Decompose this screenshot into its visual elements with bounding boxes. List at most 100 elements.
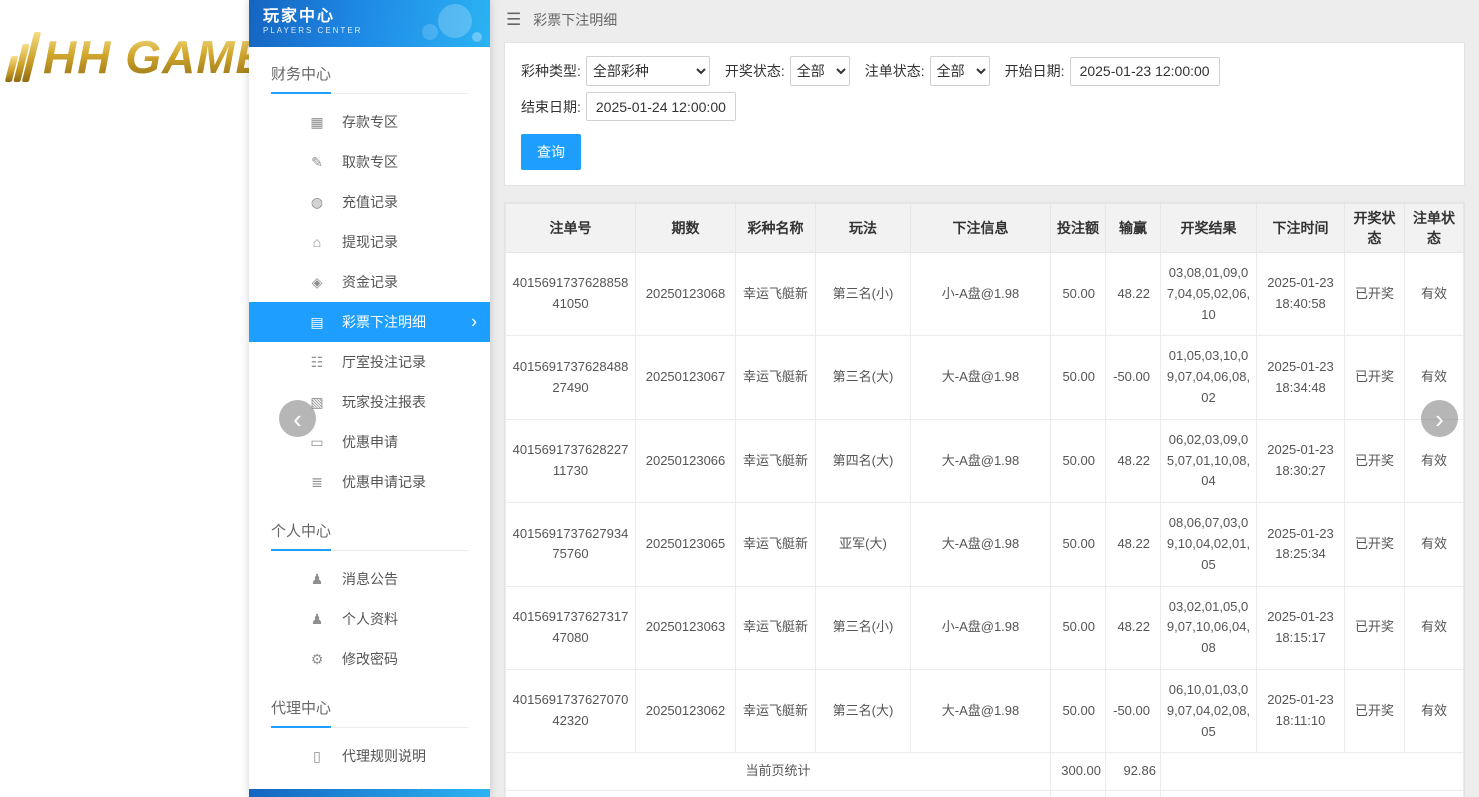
cell-amount: 50.00 [1051,669,1106,752]
cell-bet-id: 401569173762822711730 [506,419,636,502]
order-status-select[interactable]: 全部 [930,56,990,86]
bet-table-card: 注单号 期数 彩种名称 玩法 下注信息 投注额 输赢 开奖结果 下注时间 开奖状… [504,202,1465,797]
cell-play: 第四名(大) [816,419,911,502]
cell-bet-info: 大-A盘@1.98 [911,503,1051,586]
cell-draw-status: 已开奖 [1345,253,1405,336]
promo-records-icon: ≣ [307,474,327,491]
order-status-label: 注单状态: [865,61,925,81]
topbar: ☰ 彩票下注明细 [490,0,1479,40]
lottery-type-select[interactable]: 全部彩种 [586,56,710,86]
sidebar: 玩家中心 PLAYERS CENTER 财务中心 ▦ 存款专区 ✎ 取款专区 [249,0,490,797]
sidebar-item-withdrawal-records[interactable]: ⌂ 提现记录 [249,222,490,262]
sidebar-item-agent-team-stats[interactable]: ▥ 代理团队统计 [249,776,490,789]
cell-result: 06,10,01,03,09,07,04,02,08,05 [1161,669,1257,752]
cell-amount: 50.00 [1051,503,1106,586]
filter-lottery-type: 彩种类型: 全部彩种 [521,56,710,86]
cell-lottery-name: 幸运飞艇新 [736,336,816,419]
menu-group-agent: ▯ 代理规则说明 ▥ 代理团队统计 [249,728,490,789]
col-header-order-status: 注单状态 [1405,204,1464,253]
cell-bet-info: 小-A盘@1.98 [911,253,1051,336]
cell-bet-id: 401569173762885841050 [506,253,636,336]
cell-lottery-name: 幸运飞艇新 [736,253,816,336]
end-date-input[interactable] [586,92,736,121]
section-title-agent: 代理中心 [271,697,468,728]
filter-row: 彩种类型: 全部彩种 开奖状态: 全部 注单状态: 全部 [521,56,1448,121]
withdrawal-record-icon: ⌂ [307,234,327,250]
sidebar-item-label: 提现记录 [342,232,398,252]
section-title-text: 财务中心 [271,63,331,94]
cell-bet-time: 2025-01-23 18:40:58 [1257,253,1345,336]
stats-icon: ▥ [307,788,327,790]
total-summary-row: 总统计 300.00 92.86 [506,791,1464,797]
withdraw-icon: ✎ [307,154,327,171]
sidebar-item-promo-application-records[interactable]: ≣ 优惠申请记录 [249,462,490,502]
cell-winloss: -50.00 [1106,336,1161,419]
cell-winloss: 48.22 [1106,586,1161,669]
page-summary-winloss: 92.86 [1106,753,1161,791]
promo-icon: ▭ [307,434,327,451]
cell-bet-time: 2025-01-23 18:30:27 [1257,419,1345,502]
sidebar-item-messages[interactable]: ♟ 消息公告 [249,559,490,599]
bet-table: 注单号 期数 彩种名称 玩法 下注信息 投注额 输赢 开奖结果 下注时间 开奖状… [505,203,1464,797]
hamburger-menu-icon[interactable]: ☰ [506,10,521,30]
sidebar-item-lottery-bet-details[interactable]: ▤ 彩票下注明细 › [249,302,490,342]
sidebar-item-label: 彩票下注明细 [342,312,426,332]
page-root: HH GAME 玩家中心 PLAYERS CENTER 财务中心 ▦ 存款专区 … [0,0,1479,797]
cell-bet-info: 大-A盘@1.98 [911,669,1051,752]
table-row: 401569173762793475760 20250123065 幸运飞艇新 … [506,503,1464,586]
page-summary-empty [1161,753,1464,791]
cell-lottery-name: 幸运飞艇新 [736,503,816,586]
sidebar-footer-bar [249,789,490,797]
section-title-text: 代理中心 [271,697,331,728]
filter-panel: 彩种类型: 全部彩种 开奖状态: 全部 注单状态: 全部 [504,42,1465,186]
sidebar-item-label: 代理团队统计 [342,786,426,789]
menu-group-finance: ▦ 存款专区 ✎ 取款专区 ◍ 充值记录 ⌂ 提现记录 ◈ 资金记录 [249,94,490,504]
carousel-right-arrow-icon[interactable]: › [1421,400,1458,437]
sidebar-item-label: 充值记录 [342,192,398,212]
decor-circle-icon [438,4,472,38]
sidebar-item-hall-bet-records[interactable]: ☷ 厅室投注记录 [249,342,490,382]
sidebar-item-profile[interactable]: ♟ 个人资料 [249,599,490,639]
profile-icon: ♟ [307,611,327,628]
draw-status-select[interactable]: 全部 [790,56,850,86]
brand-logo-icon [8,32,35,82]
search-button[interactable]: 查询 [521,134,581,170]
cell-play: 亚军(大) [816,503,911,586]
sidebar-item-label: 玩家投注报表 [342,392,426,412]
cell-result: 06,02,03,09,05,07,01,10,08,04 [1161,419,1257,502]
table-row: 401569173762822711730 20250123066 幸运飞艇新 … [506,419,1464,502]
col-header-lottery-name: 彩种名称 [736,204,816,253]
cell-bet-time: 2025-01-23 18:11:10 [1257,669,1345,752]
total-summary-winloss: 92.86 [1106,791,1161,797]
page-title: 彩票下注明细 [533,10,617,30]
brand-logo: HH GAME [0,0,249,92]
cell-order-status: 有效 [1405,253,1464,336]
total-summary-amount: 300.00 [1051,791,1106,797]
cell-period: 20250123063 [636,586,736,669]
cell-period: 20250123065 [636,503,736,586]
sidebar-item-label: 个人资料 [342,609,398,629]
carousel-left-arrow-icon[interactable]: ‹ [279,400,316,437]
sidebar-item-agent-rules[interactable]: ▯ 代理规则说明 [249,736,490,776]
cell-play: 第三名(大) [816,669,911,752]
start-date-input[interactable] [1070,57,1220,86]
table-row: 401569173762731747080 20250123063 幸运飞艇新 … [506,586,1464,669]
lottery-type-label: 彩种类型: [521,61,581,81]
cell-order-status: 有效 [1405,669,1464,752]
decor-circle-icon [472,32,482,42]
col-header-play: 玩法 [816,204,911,253]
sidebar-item-withdraw-zone[interactable]: ✎ 取款专区 [249,142,490,182]
sidebar-item-label: 代理规则说明 [342,746,426,766]
message-icon: ♟ [307,571,327,588]
decor-circle-icon [422,24,438,40]
sidebar-item-funds-records[interactable]: ◈ 资金记录 [249,262,490,302]
col-header-result: 开奖结果 [1161,204,1257,253]
cell-amount: 50.00 [1051,586,1106,669]
cell-draw-status: 已开奖 [1345,669,1405,752]
page-summary-label: 当前页统计 [506,753,1051,791]
col-header-bet-info: 下注信息 [911,204,1051,253]
sidebar-item-change-password[interactable]: ⚙ 修改密码 [249,639,490,679]
sidebar-item-recharge-records[interactable]: ◍ 充值记录 [249,182,490,222]
sidebar-item-deposit-zone[interactable]: ▦ 存款专区 [249,102,490,142]
cell-order-status: 有效 [1405,503,1464,586]
